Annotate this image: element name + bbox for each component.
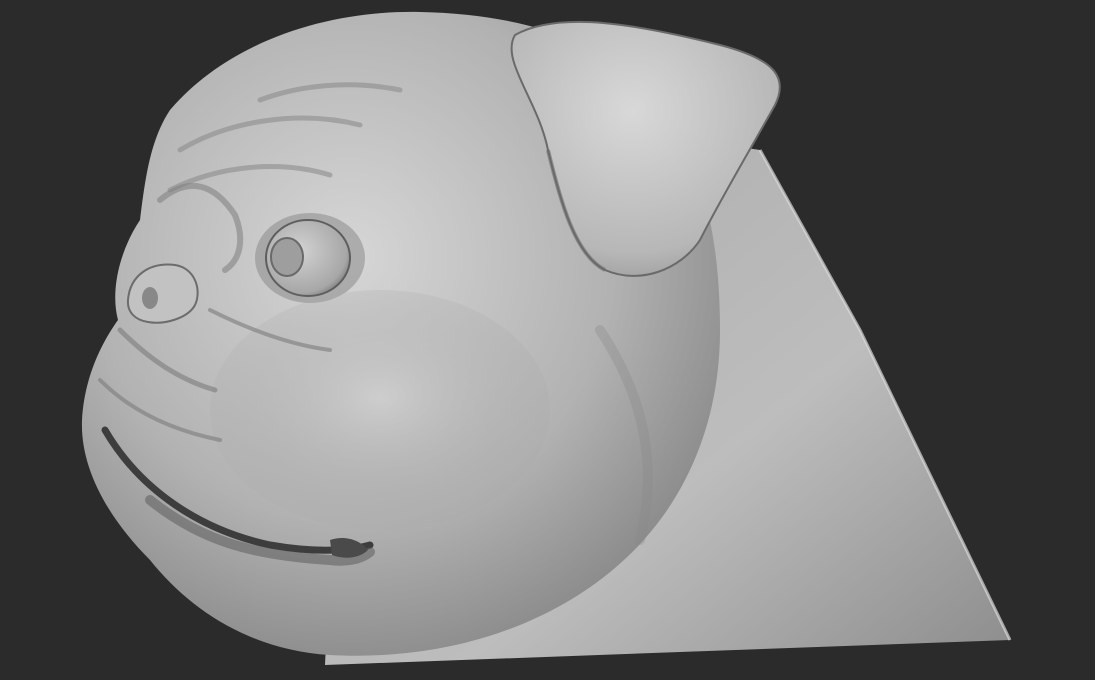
pupil	[270, 237, 304, 277]
pug-sculpt-render[interactable]	[0, 0, 1095, 680]
3d-viewport[interactable]	[0, 0, 1095, 680]
nostril	[142, 287, 158, 309]
cheek-highlight	[210, 290, 550, 530]
